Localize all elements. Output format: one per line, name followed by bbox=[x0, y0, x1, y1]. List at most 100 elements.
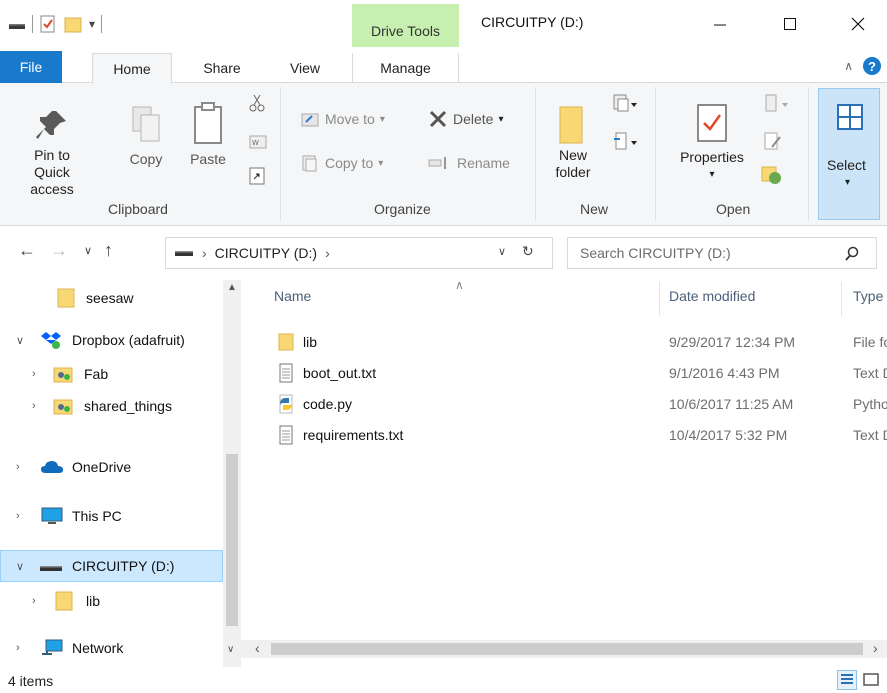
edit-icon[interactable] bbox=[762, 131, 784, 153]
tree-item-fab[interactable]: › Fab bbox=[0, 358, 223, 390]
file-name: requirements.txt bbox=[303, 427, 404, 443]
scroll-right-icon[interactable]: › bbox=[873, 640, 878, 656]
copy-icon bbox=[132, 106, 160, 142]
chevron-right-icon[interactable]: › bbox=[16, 642, 20, 654]
dropbox-icon bbox=[41, 332, 61, 349]
ribbon-tabs: File Home Share View Manage ∧ ? bbox=[0, 47, 887, 84]
group-divider bbox=[655, 87, 656, 221]
tab-home[interactable]: Home bbox=[92, 53, 172, 84]
tree-item-lib[interactable]: › lib bbox=[0, 585, 223, 617]
customize-toolbar-icon[interactable]: ▾ bbox=[89, 17, 95, 31]
copy-path-icon[interactable]: W bbox=[249, 135, 267, 149]
horizontal-scrollbar[interactable]: ‹ › bbox=[241, 640, 887, 658]
tree-item-onedrive[interactable]: › OneDrive bbox=[0, 451, 223, 483]
nav-pane-scrollbar[interactable]: ▲ ∨ bbox=[223, 280, 241, 667]
tab-file[interactable]: File bbox=[0, 51, 62, 83]
tree-item-shared-things[interactable]: › shared_things bbox=[0, 390, 223, 422]
help-icon[interactable]: ? bbox=[863, 57, 881, 75]
up-arrow-icon[interactable]: ↑ bbox=[104, 240, 113, 261]
rename-button[interactable]: Rename bbox=[428, 154, 510, 172]
status-bar: 4 items bbox=[0, 667, 887, 693]
folder-icon bbox=[57, 288, 75, 308]
copy-label: Copy bbox=[129, 151, 163, 167]
column-divider[interactable] bbox=[841, 282, 842, 316]
copy-to-button[interactable]: Copy to ▾ bbox=[300, 154, 383, 172]
nav-pane-scroll-thumb[interactable] bbox=[226, 454, 238, 626]
history-icon[interactable] bbox=[760, 163, 784, 185]
chevron-down-icon[interactable]: ∨ bbox=[16, 334, 24, 347]
new-folder-icon[interactable] bbox=[63, 15, 83, 33]
file-row[interactable]: lib 9/29/2017 12:34 PM File folder bbox=[271, 329, 887, 355]
horizontal-scroll-thumb[interactable] bbox=[271, 643, 863, 655]
tree-item-network[interactable]: › Network bbox=[0, 632, 223, 664]
drive-icon bbox=[175, 251, 193, 256]
tree-item-circuitpy[interactable]: ∨ CIRCUITPY (D:) bbox=[0, 550, 223, 582]
paste-shortcut-icon[interactable] bbox=[249, 165, 265, 185]
select-button[interactable]: Select ▾ bbox=[818, 88, 880, 220]
search-input[interactable]: Search CIRCUITPY (D:) bbox=[567, 237, 877, 269]
properties-icon bbox=[697, 104, 727, 142]
breadcrumb-current[interactable]: CIRCUITPY (D:) bbox=[215, 245, 317, 261]
delete-button[interactable]: Delete ▾ bbox=[428, 110, 504, 128]
scroll-left-icon[interactable]: ‹ bbox=[255, 640, 260, 656]
folder-icon bbox=[278, 333, 294, 351]
column-header-type[interactable]: Type bbox=[853, 288, 883, 304]
folder-icon bbox=[55, 591, 73, 611]
chevron-right-icon[interactable]: › bbox=[16, 510, 20, 522]
shared-folder-icon bbox=[53, 367, 73, 383]
open-icon[interactable] bbox=[762, 93, 790, 115]
tree-item-seesaw[interactable]: seesaw bbox=[0, 282, 223, 314]
new-item-icon[interactable] bbox=[612, 93, 638, 115]
easy-access-icon[interactable] bbox=[612, 131, 638, 153]
tab-manage[interactable]: Manage bbox=[352, 53, 459, 83]
breadcrumb-separator-icon[interactable]: › bbox=[325, 245, 330, 261]
pin-to-quick-access-button[interactable]: Pin to Quick access bbox=[16, 105, 88, 198]
copy-button[interactable]: Copy bbox=[124, 99, 168, 168]
move-to-button[interactable]: Move to ▾ bbox=[300, 110, 385, 128]
tree-item-dropbox[interactable]: ∨ Dropbox (adafruit) bbox=[0, 324, 223, 356]
address-dropdown-icon[interactable]: ∨ bbox=[498, 245, 506, 258]
address-bar[interactable]: › CIRCUITPY (D:) › ∨ ↻ bbox=[165, 237, 553, 269]
new-folder-button[interactable]: New folder bbox=[548, 99, 598, 181]
properties-button[interactable]: Properties ▾ bbox=[668, 99, 756, 183]
back-arrow-icon[interactable]: ← bbox=[18, 240, 36, 261]
drive-icon[interactable] bbox=[8, 17, 26, 31]
tab-share[interactable]: Share bbox=[190, 53, 254, 83]
chevron-right-icon[interactable]: › bbox=[32, 595, 36, 607]
column-header-date[interactable]: Date modified bbox=[669, 288, 755, 304]
file-row[interactable]: requirements.txt 10/4/2017 5:32 PM Text … bbox=[271, 422, 887, 448]
scroll-up-icon[interactable]: ▲ bbox=[227, 282, 237, 293]
file-row[interactable]: boot_out.txt 9/1/2016 4:43 PM Text Docum… bbox=[271, 360, 887, 386]
new-folder-line2: folder bbox=[555, 164, 591, 180]
cut-icon[interactable] bbox=[249, 93, 265, 113]
title-bar: ▾ Drive Tools CIRCUITPY (D:) bbox=[0, 0, 887, 47]
move-to-label: Move to bbox=[325, 111, 375, 127]
column-header-name[interactable]: Name bbox=[274, 288, 311, 304]
large-icons-view-button[interactable] bbox=[861, 670, 881, 690]
breadcrumb-separator-icon[interactable]: › bbox=[202, 245, 207, 261]
details-view-button[interactable] bbox=[837, 670, 857, 690]
scroll-down-icon[interactable]: ∨ bbox=[227, 644, 234, 655]
chevron-right-icon[interactable]: › bbox=[32, 400, 36, 412]
minimize-button[interactable] bbox=[697, 8, 743, 40]
group-divider bbox=[280, 87, 281, 221]
file-row[interactable]: code.py 10/6/2017 11:25 AM Python File bbox=[271, 391, 887, 417]
collapse-ribbon-icon[interactable]: ∧ bbox=[844, 59, 853, 73]
maximize-button[interactable] bbox=[767, 8, 813, 40]
forward-arrow-icon[interactable]: → bbox=[50, 240, 68, 261]
pin-icon bbox=[36, 111, 66, 139]
properties-check-icon[interactable] bbox=[39, 14, 57, 34]
close-button[interactable] bbox=[835, 8, 881, 40]
paste-button[interactable]: Paste bbox=[186, 99, 230, 168]
navigation-bar: ← → ∨ ↑ › CIRCUITPY (D:) › ∨ ↻ Search CI… bbox=[0, 226, 887, 280]
refresh-icon[interactable]: ↻ bbox=[522, 243, 534, 260]
item-count: 4 items bbox=[8, 673, 54, 689]
recent-locations-icon[interactable]: ∨ bbox=[84, 244, 92, 257]
column-divider[interactable] bbox=[659, 282, 660, 316]
chevron-right-icon[interactable]: › bbox=[16, 461, 20, 473]
tab-view[interactable]: View bbox=[276, 53, 334, 83]
chevron-down-icon[interactable]: ∨ bbox=[16, 560, 24, 573]
tree-item-this-pc[interactable]: › This PC bbox=[0, 500, 223, 532]
chevron-right-icon[interactable]: › bbox=[32, 368, 36, 380]
close-icon bbox=[851, 17, 865, 31]
